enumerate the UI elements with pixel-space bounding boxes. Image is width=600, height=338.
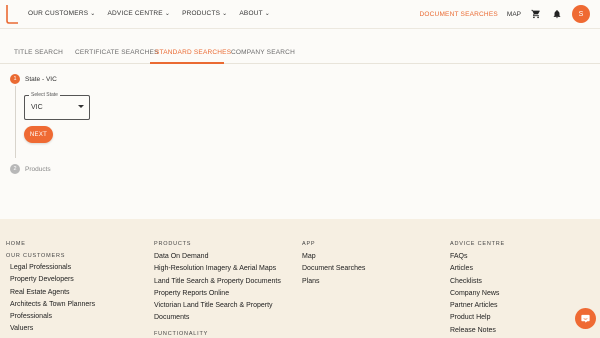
step-state: 1 State - VIC — [10, 74, 57, 84]
footer-link[interactable]: Property Developers — [10, 274, 95, 286]
footer-link[interactable]: Release Notes — [450, 325, 505, 337]
footer-link[interactable]: Map — [302, 251, 365, 263]
footer-link[interactable]: Land Title Search & Property Documents — [154, 276, 281, 288]
chat-button[interactable] — [575, 308, 596, 329]
footer-link[interactable]: Plans — [302, 276, 365, 288]
nav-about[interactable]: ABOUT ⌄ — [239, 10, 270, 17]
header-actions: DOCUMENT SEARCHES MAP S — [420, 5, 590, 23]
nav-label: PRODUCTS — [182, 10, 221, 17]
tab-company-search[interactable]: COMPANY SEARCH — [231, 49, 295, 56]
search-tabs: TITLE SEARCH CERTIFICATE SEARCHES STANDA… — [0, 44, 600, 64]
nav-label: OUR CUSTOMERS — [28, 10, 89, 17]
select-value: VIC — [31, 104, 43, 111]
nav-products[interactable]: PRODUCTS ⌄ — [182, 10, 227, 17]
footer-col-advice-centre: ADVICE CENTRE FAQs Articles Checklists C… — [450, 241, 505, 337]
footer-home-link[interactable]: HOME — [6, 241, 95, 247]
footer-heading: PRODUCTS — [154, 241, 192, 247]
footer-link[interactable]: Architects & Town Planners — [10, 299, 95, 311]
footer-link[interactable]: Product Help — [450, 312, 505, 324]
footer-link[interactable]: Victorian Land Title Search & Property — [154, 300, 281, 312]
tab-certificate-searches[interactable]: CERTIFICATE SEARCHES — [75, 49, 159, 56]
chevron-down-icon: ⌄ — [264, 11, 271, 17]
chevron-down-icon: ⌄ — [164, 11, 171, 17]
footer-link[interactable]: Documents — [154, 312, 281, 324]
nav-label: ADVICE CENTRE — [107, 10, 163, 17]
footer-link[interactable]: Data On Demand — [154, 251, 281, 263]
footer-link[interactable]: Company News — [450, 288, 505, 300]
logo-icon[interactable] — [5, 4, 19, 24]
nav-our-customers[interactable]: OUR CUSTOMERS ⌄ — [28, 10, 96, 17]
avatar[interactable]: S — [572, 5, 590, 23]
footer-link[interactable]: High-Resolution Imagery & Aerial Maps — [154, 263, 281, 275]
step-number: 2 — [10, 164, 20, 174]
chevron-down-icon: ⌄ — [90, 11, 96, 17]
active-tab-indicator — [150, 62, 224, 64]
footer-link[interactable]: Property Reports Online — [154, 288, 281, 300]
step-products[interactable]: 2 Products — [10, 164, 51, 174]
footer: HOME OUR CUSTOMERS Legal Professionals P… — [0, 219, 600, 338]
footer-link[interactable]: Document Searches — [302, 263, 365, 275]
footer-link[interactable]: Professionals — [10, 311, 95, 323]
main-nav: OUR CUSTOMERS ⌄ ADVICE CENTRE ⌄ PRODUCTS ⌄ … — [28, 10, 270, 17]
step-number: 1 — [10, 74, 20, 84]
state-select[interactable]: Select State VIC — [24, 92, 90, 120]
footer-link[interactable]: Checklists — [450, 276, 505, 288]
footer-link[interactable]: Partner Articles — [450, 300, 505, 312]
footer-heading: APP — [302, 241, 316, 247]
chat-icon — [581, 314, 590, 323]
map-link[interactable]: MAP — [507, 11, 521, 18]
document-searches-link[interactable]: DOCUMENT SEARCHES — [420, 11, 498, 18]
nav-advice-centre[interactable]: ADVICE CENTRE ⌄ — [108, 10, 171, 17]
footer-heading: ADVICE CENTRE — [450, 241, 506, 247]
cart-icon[interactable] — [530, 8, 542, 20]
step-label: Products — [25, 165, 51, 173]
footer-link[interactable]: Articles — [450, 263, 505, 275]
step-connector — [15, 86, 16, 158]
footer-col-app: APP Map Document Searches Plans — [302, 241, 365, 288]
footer-link[interactable]: Legal Professionals — [10, 262, 95, 274]
footer-col-home: HOME OUR CUSTOMERS Legal Professionals P… — [6, 241, 95, 336]
next-button[interactable]: NEXT — [24, 126, 53, 143]
footer-link[interactable]: FAQs — [450, 251, 505, 263]
tab-standard-searches[interactable]: STANDARD SEARCHES — [155, 49, 231, 56]
select-label: Select State — [29, 92, 60, 98]
caret-down-icon — [78, 105, 84, 108]
nav-label: ABOUT — [239, 10, 263, 17]
tab-title-search[interactable]: TITLE SEARCH — [14, 49, 63, 56]
bell-icon[interactable] — [551, 8, 563, 20]
top-navigation-bar: OUR CUSTOMERS ⌄ ADVICE CENTRE ⌄ PRODUCTS ⌄ … — [0, 0, 600, 29]
step-label: State - VIC — [25, 75, 57, 83]
footer-heading: FUNCTIONALITY — [154, 330, 209, 337]
chevron-down-icon: ⌄ — [222, 11, 228, 17]
footer-link[interactable]: Real Estate Agents — [10, 287, 95, 299]
footer-col-products: PRODUCTS Data On Demand High-Resolution … — [154, 241, 281, 338]
footer-heading: OUR CUSTOMERS — [6, 253, 66, 259]
footer-link[interactable]: Valuers — [10, 323, 95, 335]
